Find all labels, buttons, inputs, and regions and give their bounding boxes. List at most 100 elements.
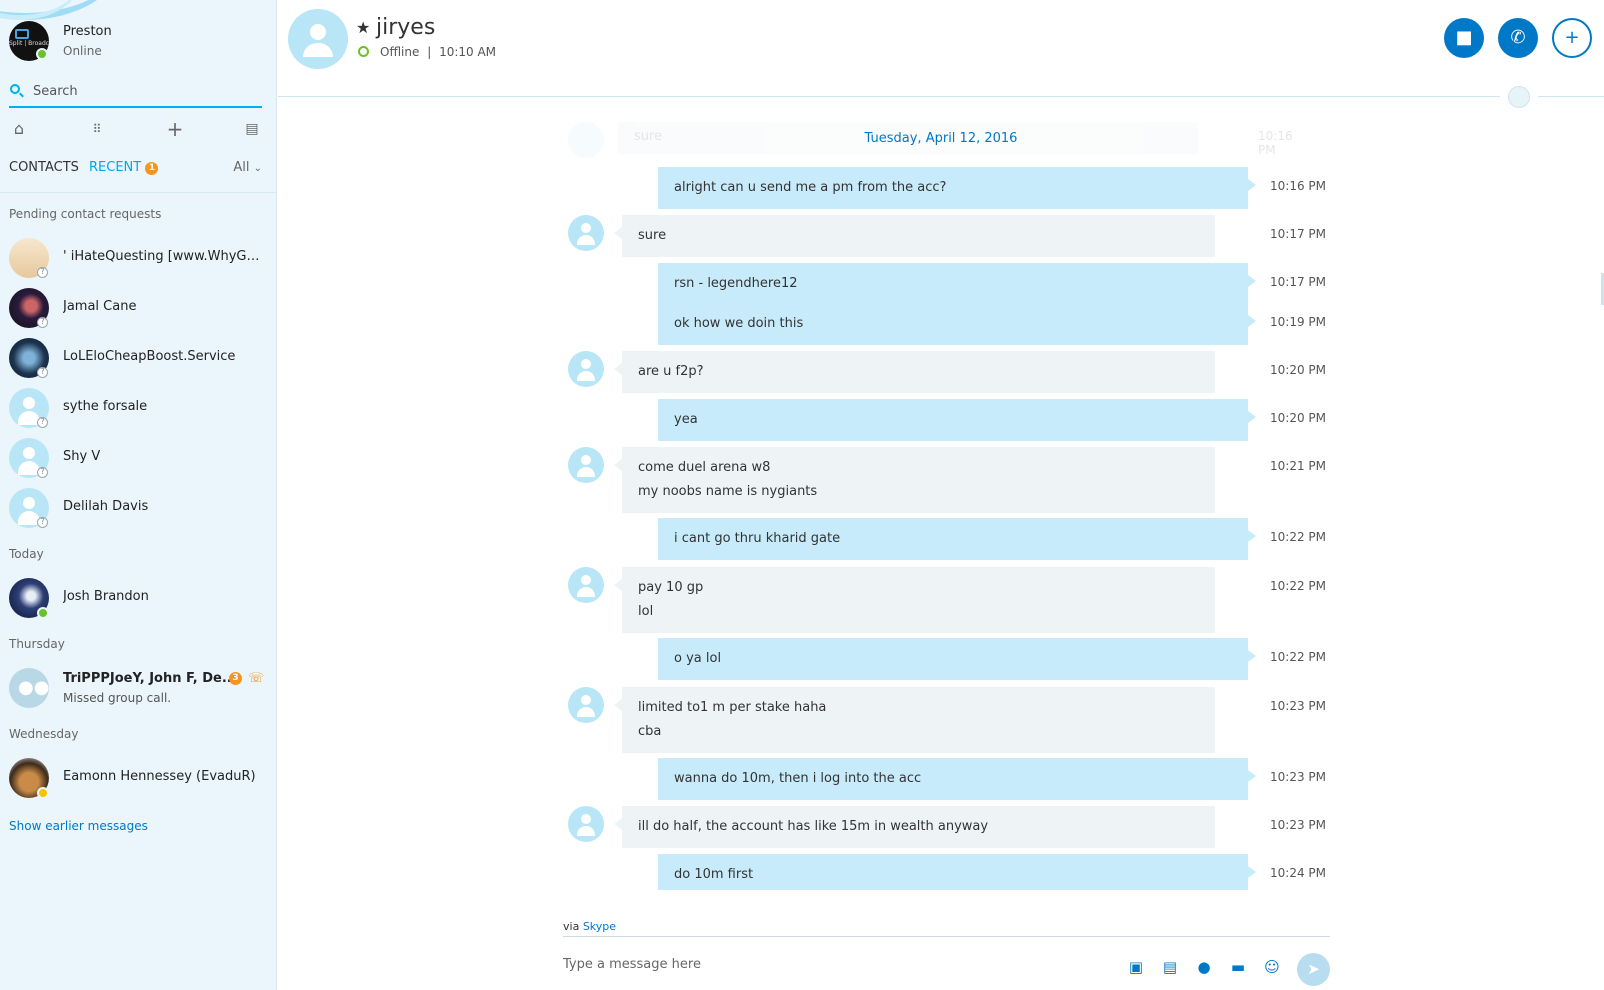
online-presence-icon	[37, 607, 49, 619]
my-avatar-text: Split | Broadcast	[9, 40, 49, 47]
unknown-presence-icon	[37, 517, 48, 528]
message-time: 10:17 PM	[1270, 275, 1326, 289]
message-text: yea	[674, 412, 698, 427]
add-people-button[interactable]: +	[1552, 18, 1592, 58]
contact-share-icon[interactable]: ▬	[1229, 958, 1247, 976]
add-icon[interactable]: +	[165, 119, 185, 139]
status-separator: |	[427, 45, 432, 59]
contact-name: Jamal Cane	[63, 299, 137, 314]
contact-name: Eamonn Hennessey (EvaduR)	[63, 769, 256, 784]
filter-dropdown[interactable]: All ⌄	[233, 160, 262, 175]
message-bubble: o ya lol	[658, 638, 1256, 680]
away-presence-icon	[37, 787, 49, 799]
contact-name: LoLEloCheapBoost.Service	[63, 349, 236, 364]
chat-avatar[interactable]	[288, 9, 348, 69]
message-time: 10:20 PM	[1270, 411, 1326, 425]
dialpad-icon[interactable]: ⠿	[87, 119, 107, 139]
chevron-down-icon: ⌄	[253, 163, 262, 174]
contact-name: Delilah Davis	[63, 499, 149, 514]
section-thursday: Thursday	[9, 637, 65, 651]
message-text: pay 10 gp	[638, 580, 704, 595]
via-skype-link[interactable]: Skype	[583, 920, 616, 933]
filter-label: All	[233, 160, 250, 175]
message-time: 10:21 PM	[1270, 459, 1326, 473]
monitor-icon	[15, 29, 29, 39]
message-list[interactable]: sure 10:16 PM Tuesday, April 12, 2016 al…	[278, 98, 1604, 890]
sidebar-toolbar: ⌂ ⠿ + ▤	[9, 119, 262, 141]
tab-contacts[interactable]: CONTACTS	[9, 160, 79, 175]
message-time: 10:23 PM	[1270, 770, 1326, 784]
audio-call-button[interactable]: ✆	[1498, 18, 1538, 58]
contact-item[interactable]: ' iHateQuesting [www.WhyGrin...	[0, 235, 276, 283]
missed-call-icon: ☏	[248, 671, 265, 686]
contact-name: Shy V	[63, 449, 101, 464]
message-bubble: limited to1 m per stake haha cba	[614, 687, 1215, 753]
contact-item[interactable]: Delilah Davis	[0, 485, 276, 533]
file-icon[interactable]: ▤	[1161, 958, 1179, 976]
contact-name: TriPPPJoeY, John F, De...	[63, 671, 237, 686]
message-bubble: are u f2p?	[614, 351, 1215, 393]
chat-title[interactable]: jiryes	[376, 15, 435, 40]
contact-card-icon[interactable]: ▤	[242, 119, 262, 139]
message-time: 10:20 PM	[1270, 363, 1326, 377]
search-input[interactable]	[33, 80, 253, 102]
tab-recent-label: RECENT	[89, 160, 142, 175]
my-name[interactable]: Preston	[63, 24, 112, 39]
message-text: my noobs name is nygiants	[638, 484, 818, 499]
message-time: 10:22 PM	[1270, 650, 1326, 664]
contact-item[interactable]: ●● TriPPPJoeY, John F, De... Missed grou…	[0, 665, 276, 713]
missed-call-text: Missed group call.	[63, 691, 172, 705]
contact-name: sythe forsale	[63, 399, 148, 414]
contact-item[interactable]: sythe forsale	[0, 385, 276, 433]
message-text: wanna do 10m, then i log into the acc	[674, 771, 922, 786]
message-time: 10:16 PM	[1270, 179, 1326, 193]
tab-recent[interactable]: RECENT 1	[89, 160, 159, 175]
section-wednesday: Wednesday	[9, 727, 79, 741]
section-pending: Pending contact requests	[9, 207, 162, 221]
sender-avatar	[568, 806, 604, 842]
video-message-icon[interactable]: ●	[1195, 958, 1213, 976]
via-prefix: via	[563, 920, 580, 933]
unknown-presence-icon	[37, 467, 48, 478]
message-text: rsn - legendhere12	[674, 276, 798, 291]
message-text: do 10m first	[674, 867, 754, 882]
video-camera-icon: ■	[1455, 27, 1473, 48]
contact-item[interactable]: Shy V	[0, 435, 276, 483]
search-box[interactable]	[9, 76, 262, 108]
unknown-presence-icon	[37, 267, 48, 278]
sender-avatar	[568, 351, 604, 387]
message-bubble: yea	[658, 399, 1256, 441]
message-text: are u f2p?	[638, 364, 704, 379]
contact-item[interactable]: Jamal Cane	[0, 285, 276, 333]
home-icon[interactable]: ⌂	[9, 119, 29, 139]
contact-item[interactable]: LoLEloCheapBoost.Service	[0, 335, 276, 383]
media-gallery-icon[interactable]: ▣	[1127, 958, 1145, 976]
phone-icon: ✆	[1510, 27, 1526, 48]
message-time: 10:22 PM	[1270, 530, 1326, 544]
sender-avatar	[568, 215, 604, 251]
message-bubble: ill do half, the account has like 15m in…	[614, 806, 1215, 848]
send-button[interactable]: ➤	[1297, 953, 1330, 986]
status-text: Offline	[380, 45, 420, 59]
message-text: o ya lol	[674, 651, 722, 666]
chat-header: ★ jiryes Offline | 10:10 AM ■ ✆ +	[278, 0, 1604, 97]
contact-item[interactable]: Josh Brandon	[0, 575, 276, 623]
add-person-icon: +	[1564, 27, 1580, 48]
message-bubble: alright can u send me a pm from the acc?	[658, 167, 1256, 209]
contact-item[interactable]: Eamonn Hennessey (EvaduR)	[0, 755, 276, 803]
search-icon	[10, 84, 20, 94]
my-status[interactable]: Online	[63, 44, 102, 58]
show-earlier-messages-link[interactable]: Show earlier messages	[9, 819, 148, 833]
message-bubble: ok how we doin this	[658, 303, 1256, 345]
message-bubble: sure	[614, 215, 1215, 257]
star-icon[interactable]: ★	[356, 18, 370, 37]
message-input[interactable]	[563, 953, 1103, 975]
emoticon-icon[interactable]: ☺	[1263, 958, 1281, 976]
message-bubble: do 10m first	[658, 854, 1256, 890]
via-label: via Skype	[563, 920, 616, 933]
divider	[563, 936, 1330, 937]
sender-avatar	[568, 687, 604, 723]
video-call-button[interactable]: ■	[1444, 18, 1484, 58]
last-seen-time: 10:10 AM	[439, 45, 497, 59]
contact-name: Josh Brandon	[63, 589, 149, 604]
